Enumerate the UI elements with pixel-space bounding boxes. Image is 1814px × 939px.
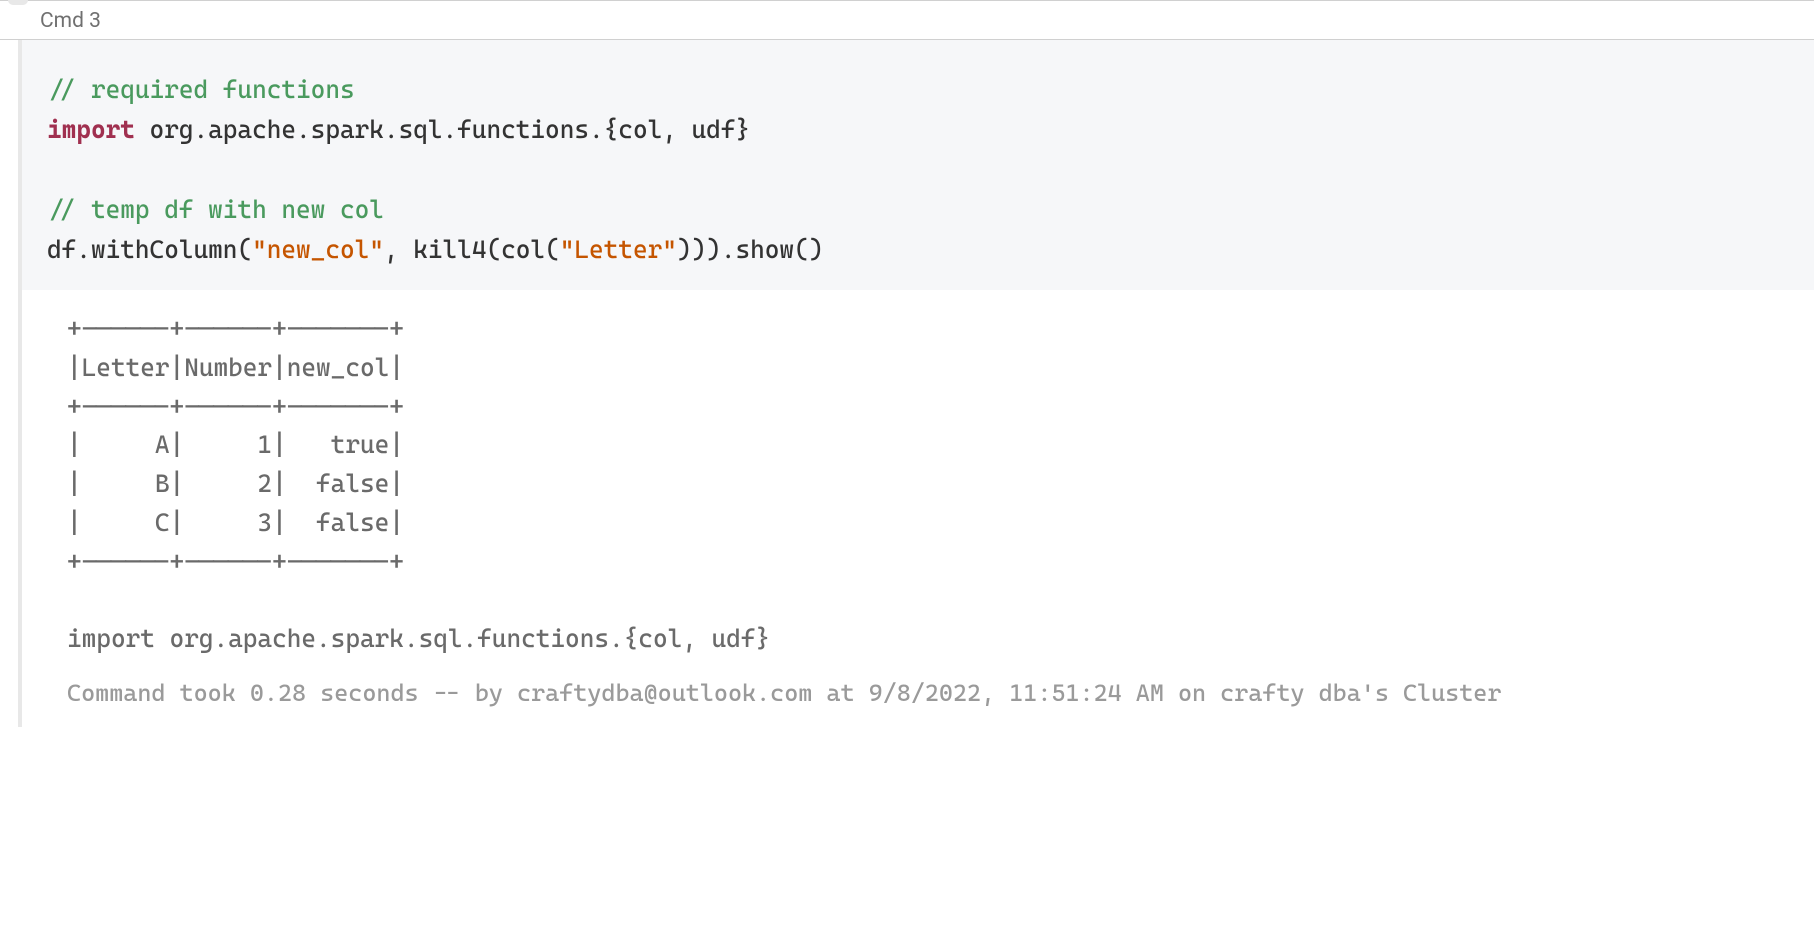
table-row: +------+------+-------+: [67, 547, 404, 576]
code-comment: // temp df with new col: [47, 195, 384, 224]
cell-drag-handle[interactable]: [8, 0, 28, 5]
table-row: +------+------+-------+: [67, 314, 404, 343]
table-row: +------+------+-------+: [67, 392, 404, 421]
output-import-echo: import org.apache.spark.sql.functions.{c…: [67, 624, 770, 653]
cell-label: Cmd 3: [0, 1, 1814, 40]
code-string: "Letter": [560, 235, 677, 264]
table-row: |Letter|Number|new_col|: [67, 353, 404, 382]
code-text: ))).show(): [677, 235, 823, 264]
cell-output: +------+------+-------+ |Letter|Number|n…: [22, 290, 1814, 669]
code-text: , kill4(col(: [384, 235, 560, 264]
code-keyword: import: [47, 115, 135, 144]
code-string: "new_col": [252, 235, 384, 264]
table-row: | B| 2| false|: [67, 469, 404, 498]
notebook-cell: // required functions import org.apache.…: [18, 40, 1814, 727]
code-editor[interactable]: // required functions import org.apache.…: [22, 40, 1814, 290]
code-text: df.withColumn(: [47, 235, 252, 264]
code-text: org.apache.spark.sql.functions.{col, udf…: [135, 115, 750, 144]
command-metadata: Command took 0.28 seconds -- by craftydb…: [22, 669, 1814, 727]
table-row: | A| 1| true|: [67, 430, 404, 459]
table-row: | C| 3| false|: [67, 508, 404, 537]
code-comment: // required functions: [47, 75, 355, 104]
